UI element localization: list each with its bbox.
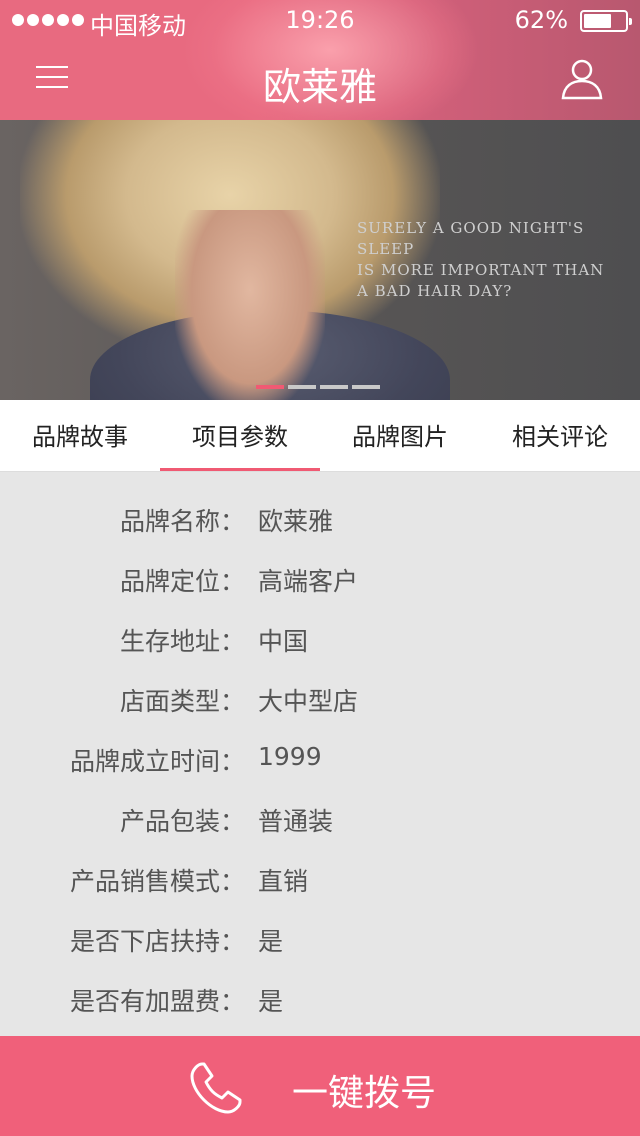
param-row: 店面类型： 大中型店 — [0, 652, 640, 716]
param-row: 是否有加盟费：是 — [0, 952, 640, 1016]
phone-icon — [188, 1060, 244, 1116]
banner-image-face — [175, 210, 325, 400]
param-value: 1999 — [258, 742, 322, 771]
battery-icon — [580, 10, 632, 32]
banner-caption-line: SURELY A GOOD NIGHT'S SLEEP — [357, 219, 585, 258]
nav-bar: 欧莱雅 — [0, 40, 640, 120]
battery-percent: 62% — [514, 6, 568, 34]
carousel-dot[interactable] — [256, 385, 284, 389]
status-bar: 中国移动 19:26 62% — [0, 0, 640, 40]
tab-1[interactable]: 项目参数 — [160, 400, 320, 471]
banner-caption-line: IS MORE IMPORTANT THAN — [357, 261, 605, 279]
carousel-indicator[interactable] — [256, 385, 380, 389]
hero-banner[interactable]: SURELY A GOOD NIGHT'S SLEEP IS MORE IMPO… — [0, 120, 640, 400]
param-row: 品牌定位： 高端客户 — [0, 532, 640, 596]
param-row: 是否下店扶持：是 — [0, 892, 640, 956]
param-row: 品牌名称： 欧莱雅 — [0, 472, 640, 536]
param-row: 生存地址： 中国 — [0, 592, 640, 656]
param-row: 产品销售模式： 直销 — [0, 832, 640, 896]
carousel-dot[interactable] — [288, 385, 316, 389]
carousel-dot[interactable] — [320, 385, 348, 389]
tab-2[interactable]: 品牌图片 — [320, 400, 480, 471]
parameter-list: 品牌名称： 欧莱雅 品牌定位： 高端客户 生存地址： 中国 店面类型： 大中型店 品牌成立时间：… — [0, 472, 640, 1076]
tab-0[interactable]: 品牌故事 — [0, 400, 160, 471]
page-title: 欧莱雅 — [262, 65, 377, 109]
carousel-dot[interactable] — [352, 385, 380, 389]
param-row: 产品包装： 普通装 — [0, 772, 640, 836]
header: 中国移动 19:26 62% 欧莱雅 — [0, 0, 640, 120]
tab-3[interactable]: 相关评论 — [480, 400, 640, 471]
call-button-label: 一键拨号 — [292, 1073, 437, 1114]
user-profile-icon[interactable] — [560, 56, 604, 100]
one-touch-call-button[interactable]: 一键拨号 — [0, 1036, 640, 1136]
banner-caption: SURELY A GOOD NIGHT'S SLEEP IS MORE IMPO… — [357, 218, 637, 302]
param-row: 品牌成立时间： 1999 — [0, 712, 640, 776]
tab-bar: 品牌故事 项目参数 品牌图片 相关评论 — [0, 400, 640, 472]
banner-caption-line: A BAD HAIR DAY? — [357, 282, 513, 300]
